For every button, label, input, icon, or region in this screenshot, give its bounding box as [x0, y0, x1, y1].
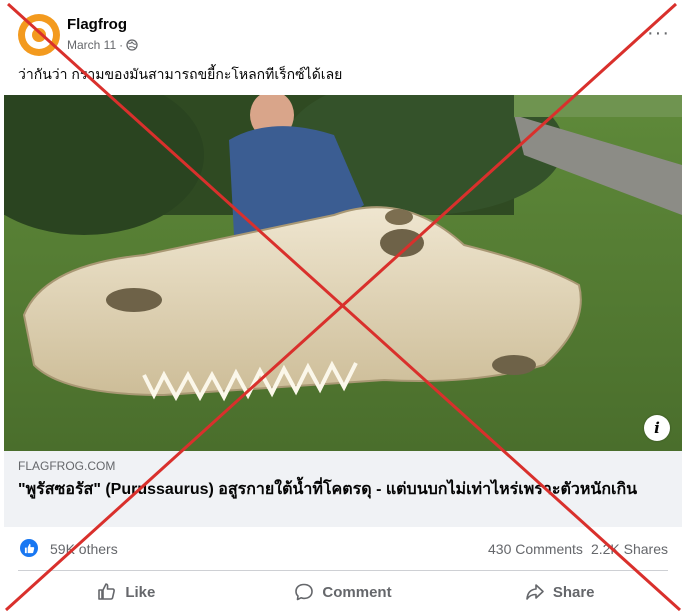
comment-icon — [295, 583, 314, 601]
share-icon — [526, 584, 544, 600]
engagement-stats: 59K others 430 Comments 2.2K Shares — [18, 535, 668, 563]
post-header: Flagfrog March 11 · ··· — [18, 14, 670, 60]
reaction-count[interactable]: 59K others — [50, 541, 118, 557]
link-title[interactable]: "พูรัสซอรัส" (Purussaurus) อสูรกายใต้น้ำ… — [18, 479, 658, 500]
post-date[interactable]: March 11 — [67, 38, 116, 52]
comment-count[interactable]: 430 Comments — [488, 541, 583, 557]
comment-share-counts: 430 Comments 2.2K Shares — [488, 541, 668, 557]
more-options-button[interactable]: ··· — [647, 22, 670, 45]
photo-illustration — [4, 95, 682, 451]
page-avatar[interactable] — [18, 14, 60, 56]
link-preview[interactable]: FLAGFROG.COM "พูรัสซอรัส" (Purussaurus) … — [4, 451, 682, 527]
globe-icon[interactable] — [126, 39, 138, 51]
link-domain: FLAGFROG.COM — [18, 459, 116, 473]
share-count[interactable]: 2.2K Shares — [591, 541, 668, 557]
comment-label: Comment — [322, 583, 392, 601]
like-button[interactable]: Like — [18, 574, 235, 610]
info-button[interactable]: i — [644, 415, 670, 441]
comment-button[interactable]: Comment — [235, 574, 452, 610]
post-caption: ว่ากันว่า กรามของมันสามารถขยี้กะโหลกทีเร… — [18, 66, 343, 82]
thumbs-up-icon — [24, 543, 34, 553]
action-bar: Like Comment Share — [18, 574, 668, 610]
post-photo[interactable]: i — [4, 95, 682, 451]
meta-separator: · — [119, 38, 124, 52]
post-card: Flagfrog March 11 · ··· ว่ากันว่า กรามขอ… — [0, 0, 685, 614]
like-label: Like — [125, 583, 156, 601]
divider — [18, 570, 668, 571]
post-meta: March 11 · — [67, 38, 138, 52]
share-button[interactable]: Share — [451, 574, 668, 610]
logo-icon — [25, 21, 53, 49]
thumbs-up-icon — [98, 583, 116, 600]
like-reaction-icon — [20, 539, 38, 557]
page-name[interactable]: Flagfrog — [67, 16, 127, 33]
share-label: Share — [552, 583, 595, 601]
